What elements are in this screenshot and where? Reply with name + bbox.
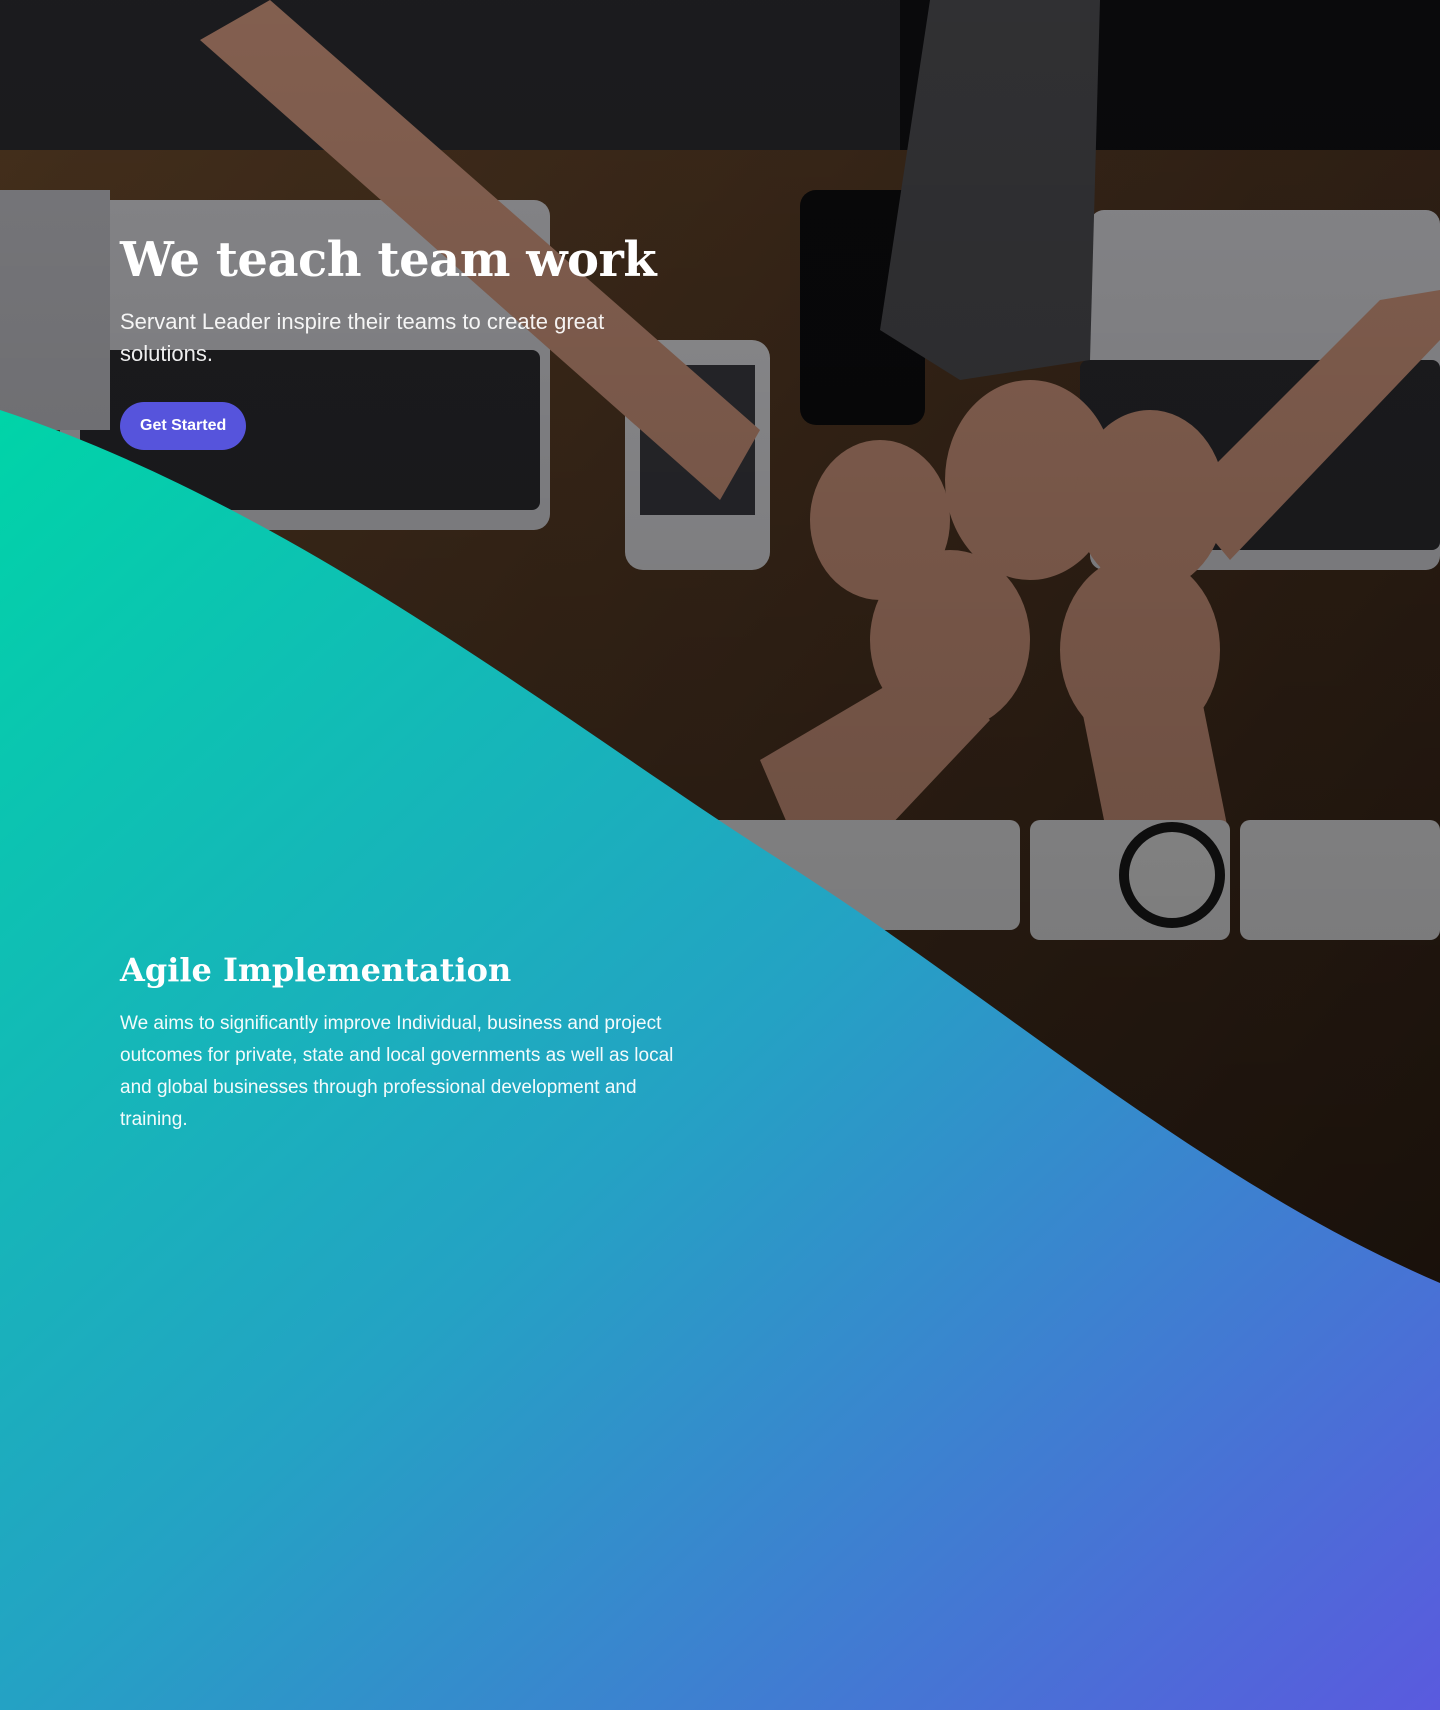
page-content: We teach team work Servant Leader inspir… [0, 0, 1440, 1710]
hero-subtitle: Servant Leader inspire their teams to cr… [120, 309, 605, 366]
feature-title: Agile Implementation [120, 951, 512, 989]
get-started-button[interactable]: Get Started [120, 402, 247, 450]
hero-title: We teach team work [120, 232, 657, 288]
feature-description: We aims to significantly improve Individ… [120, 1013, 674, 1130]
